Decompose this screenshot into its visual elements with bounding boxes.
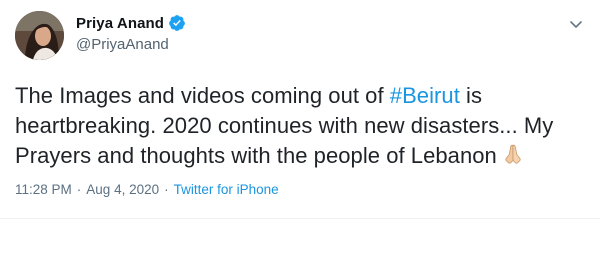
avatar[interactable] [15,11,64,60]
tweet-source-link[interactable]: Twitter for iPhone [174,182,279,197]
author-block: Priya Anand @PriyaAnand [76,12,186,53]
tweet-text: The Images and videos coming out of #Bei… [15,81,590,171]
meta-separator: · [76,182,82,197]
more-options-button[interactable] [565,15,587,37]
tweet-text-line-2: heartbreaking. 2020 continues with new d… [15,113,554,138]
tweet-text-line-1: The Images and videos coming out of #Bei… [15,81,590,111]
hashtag-link[interactable]: #Beirut [390,83,460,108]
tweet-text-segment: is [459,83,483,108]
chevron-down-icon [568,16,584,37]
avatar-image [15,11,64,60]
tweet-text-line-3: Prayers and thoughts with the people of … [15,141,590,171]
folded-hands-emoji-icon [501,142,525,166]
tweet-card: Priya Anand @PriyaAnand The Images and v… [0,0,600,219]
verified-badge-icon [168,14,186,32]
author-handle[interactable]: @PriyaAnand [76,36,186,53]
tweet-meta: 11:28 PM · Aug 4, 2020 · Twitter for iPh… [15,182,279,197]
author-name-row: Priya Anand [76,12,186,34]
author-display-name[interactable]: Priya Anand [76,15,164,32]
tweet-date[interactable]: Aug 4, 2020 [86,182,159,197]
meta-separator: · [164,182,169,197]
tweet-time[interactable]: 11:28 PM [15,182,72,197]
tweet-text-segment: The Images and videos coming out of [15,83,390,108]
tweet-text-segment: Prayers and thoughts with the people of … [15,143,497,168]
